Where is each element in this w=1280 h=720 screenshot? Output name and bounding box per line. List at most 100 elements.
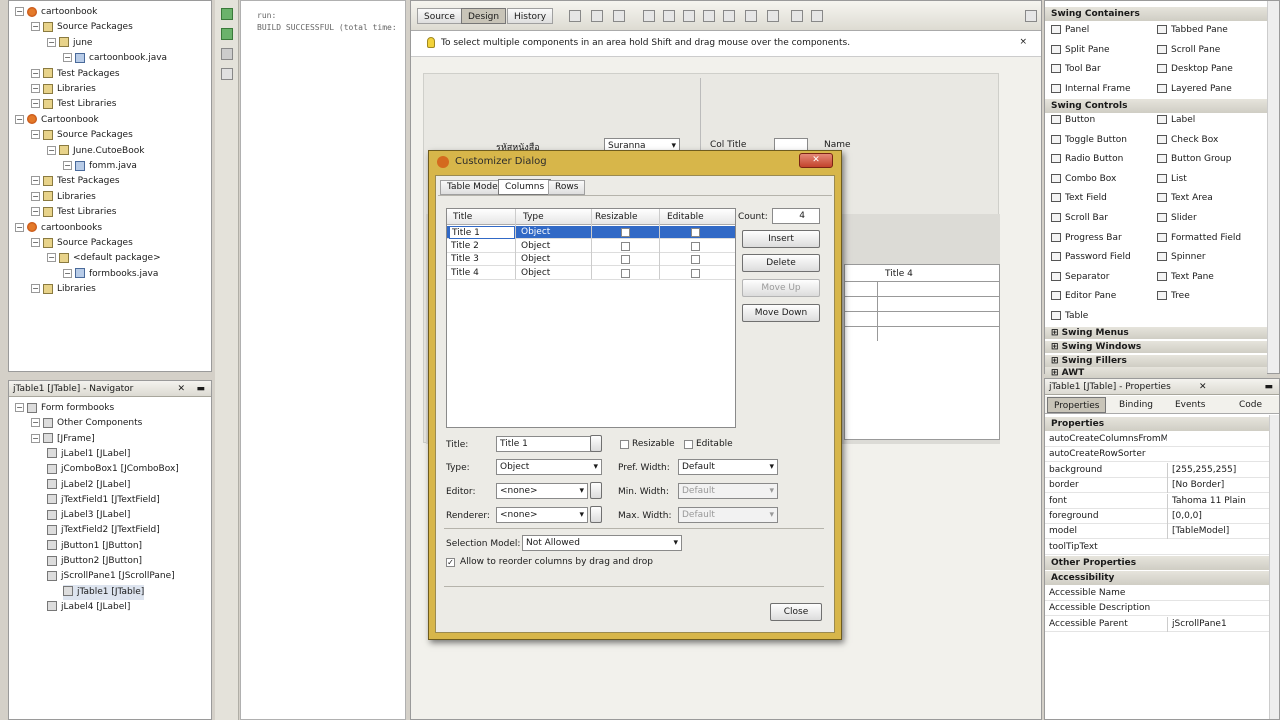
- expand-toggle-icon[interactable]: −: [31, 191, 40, 201]
- navigator-node[interactable]: jTextField1 [JTextField]: [47, 493, 160, 508]
- tree-node[interactable]: − Test Libraries: [31, 97, 116, 112]
- tree-node[interactable]: − <default package>: [47, 251, 161, 266]
- palette-category[interactable]: ⊞ Swing Fillers: [1045, 355, 1267, 367]
- tree-node[interactable]: − Libraries: [31, 282, 96, 297]
- palette-item[interactable]: List: [1157, 170, 1187, 189]
- navigator-node[interactable]: − Form formbooks: [15, 401, 114, 416]
- property-row[interactable]: background [255,255,255]: [1045, 462, 1269, 478]
- tree-node[interactable]: − Libraries: [31, 190, 96, 205]
- editable-cell-checkbox[interactable]: [691, 228, 700, 237]
- properties-section-other[interactable]: Other Properties: [1045, 556, 1279, 570]
- resizable-checkbox[interactable]: [620, 440, 629, 449]
- expand-toggle-icon[interactable]: −: [15, 222, 24, 232]
- navigator-node[interactable]: jLabel4 [JLabel]: [47, 600, 130, 615]
- title-ellipsis-button[interactable]: [590, 435, 602, 452]
- expand-toggle-icon[interactable]: −: [31, 433, 40, 443]
- min-width-select[interactable]: Default: [678, 483, 778, 499]
- palette-item[interactable]: Internal Frame: [1051, 80, 1131, 99]
- tree-node[interactable]: − Libraries: [31, 82, 96, 97]
- tab-events[interactable]: Events: [1175, 400, 1205, 410]
- tree-node[interactable]: − cartoonbook.java: [63, 51, 167, 66]
- properties-scrollbar[interactable]: [1269, 415, 1279, 719]
- expand-toggle-icon[interactable]: −: [47, 145, 56, 155]
- property-row[interactable]: Accessible Name: [1045, 586, 1269, 601]
- editable-cell-checkbox[interactable]: [691, 255, 700, 264]
- tab-binding[interactable]: Binding: [1119, 400, 1153, 410]
- navigator-node[interactable]: jLabel2 [JLabel]: [47, 478, 130, 493]
- expand-toggle-icon[interactable]: −: [31, 176, 40, 186]
- tree-node[interactable]: − June.CutoeBook: [47, 144, 144, 159]
- count-spinner[interactable]: 4: [772, 208, 820, 224]
- column-title-cell[interactable]: Title 3: [449, 253, 515, 266]
- palette-item[interactable]: Check Box: [1157, 131, 1218, 150]
- run-again-icon[interactable]: [221, 28, 233, 40]
- palette-item[interactable]: Formatted Field: [1157, 229, 1241, 248]
- palette-category[interactable]: ⊞ Swing Windows: [1045, 341, 1267, 353]
- max-width-select[interactable]: Default: [678, 507, 778, 523]
- palette-category-swing-containers[interactable]: Swing Containers: [1045, 7, 1267, 21]
- expand-toggle-icon[interactable]: −: [31, 84, 40, 93]
- expand-toggle-icon[interactable]: −: [15, 114, 24, 124]
- navigator-node[interactable]: − Other Components: [31, 416, 142, 431]
- tab-rows[interactable]: Rows: [548, 180, 586, 195]
- tab-properties[interactable]: Properties: [1047, 397, 1107, 413]
- expand-toggle-icon[interactable]: −: [31, 207, 40, 217]
- expand-toggle-icon[interactable]: −: [47, 253, 56, 263]
- tab-code[interactable]: Code: [1239, 400, 1262, 410]
- resizable-cell-checkbox[interactable]: [621, 268, 630, 278]
- property-value[interactable]: [255,255,255]: [1167, 462, 1267, 478]
- expand-toggle-icon[interactable]: −: [31, 130, 40, 140]
- palette-item[interactable]: Text Field: [1051, 189, 1107, 208]
- tree-node[interactable]: − Source Packages: [31, 128, 133, 143]
- preview-icon[interactable]: [613, 10, 625, 22]
- tree-node[interactable]: − Cartoonbook: [15, 113, 99, 128]
- palette-scrollbar[interactable]: [1267, 1, 1279, 373]
- property-value[interactable]: [0,0,0]: [1167, 509, 1267, 524]
- column-type-cell[interactable]: Object: [519, 267, 589, 280]
- tree-node[interactable]: − formbooks.java: [63, 267, 158, 282]
- column-type-cell[interactable]: Object: [519, 240, 589, 253]
- column-type-cell[interactable]: Object: [519, 226, 589, 239]
- expand-toggle-icon[interactable]: −: [31, 68, 40, 78]
- properties-section-accessibility[interactable]: Accessibility: [1045, 571, 1279, 585]
- column-title-cell[interactable]: Title 4: [449, 267, 515, 280]
- close-icon[interactable]: ✕: [177, 381, 185, 397]
- form-label-title[interactable]: Col Title: [710, 140, 746, 150]
- align-right-icon[interactable]: [663, 10, 675, 22]
- expand-toggle-icon[interactable]: −: [31, 99, 40, 109]
- tree-node[interactable]: − june: [47, 36, 92, 51]
- expand-toggle-icon[interactable]: −: [15, 403, 24, 412]
- align-top-icon[interactable]: [703, 10, 715, 22]
- form-label-name[interactable]: Name: [824, 140, 851, 150]
- close-icon[interactable]: ✕: [1199, 379, 1207, 395]
- stop-icon[interactable]: [221, 48, 233, 60]
- expand-toggle-icon[interactable]: −: [63, 53, 72, 63]
- lock-icon[interactable]: [811, 10, 823, 22]
- editable-checkbox[interactable]: [684, 440, 693, 449]
- selection-mode-icon[interactable]: [569, 10, 581, 22]
- palette-item[interactable]: Scroll Bar: [1051, 209, 1108, 228]
- property-row[interactable]: Accessible Parent jScrollPane1: [1045, 616, 1269, 632]
- renderer-select[interactable]: <none>: [496, 507, 588, 523]
- column-type-cell[interactable]: Object: [519, 253, 589, 266]
- tab-columns[interactable]: Columns: [498, 179, 552, 195]
- move-up-button[interactable]: Move Up: [742, 279, 820, 297]
- navigator-node[interactable]: jTextField2 [JTextField]: [47, 523, 160, 538]
- navigator-node[interactable]: jComboBox1 [JComboBox]: [47, 462, 179, 477]
- anchor-icon[interactable]: [791, 10, 803, 22]
- tree-node[interactable]: − fomm.java: [63, 159, 137, 174]
- palette-item[interactable]: Panel: [1051, 21, 1089, 40]
- tree-node[interactable]: − cartoonbook: [15, 5, 97, 20]
- palette-item[interactable]: Slider: [1157, 209, 1197, 228]
- pref-width-select[interactable]: Default: [678, 459, 778, 475]
- align-center-icon[interactable]: [683, 10, 695, 22]
- editable-cell-checkbox[interactable]: [691, 268, 700, 278]
- property-row[interactable]: border [No Border]: [1045, 478, 1269, 494]
- reorder-checkbox[interactable]: ✓: [446, 558, 455, 567]
- properties-section[interactable]: Properties: [1045, 417, 1279, 431]
- column-title-cell[interactable]: Title 2: [449, 240, 515, 253]
- renderer-ellipsis-button[interactable]: [590, 506, 602, 523]
- palette-item[interactable]: Separator: [1051, 268, 1109, 287]
- navigator-node[interactable]: jLabel3 [JLabel]: [47, 508, 130, 523]
- palette-item[interactable]: Scroll Pane: [1157, 41, 1220, 60]
